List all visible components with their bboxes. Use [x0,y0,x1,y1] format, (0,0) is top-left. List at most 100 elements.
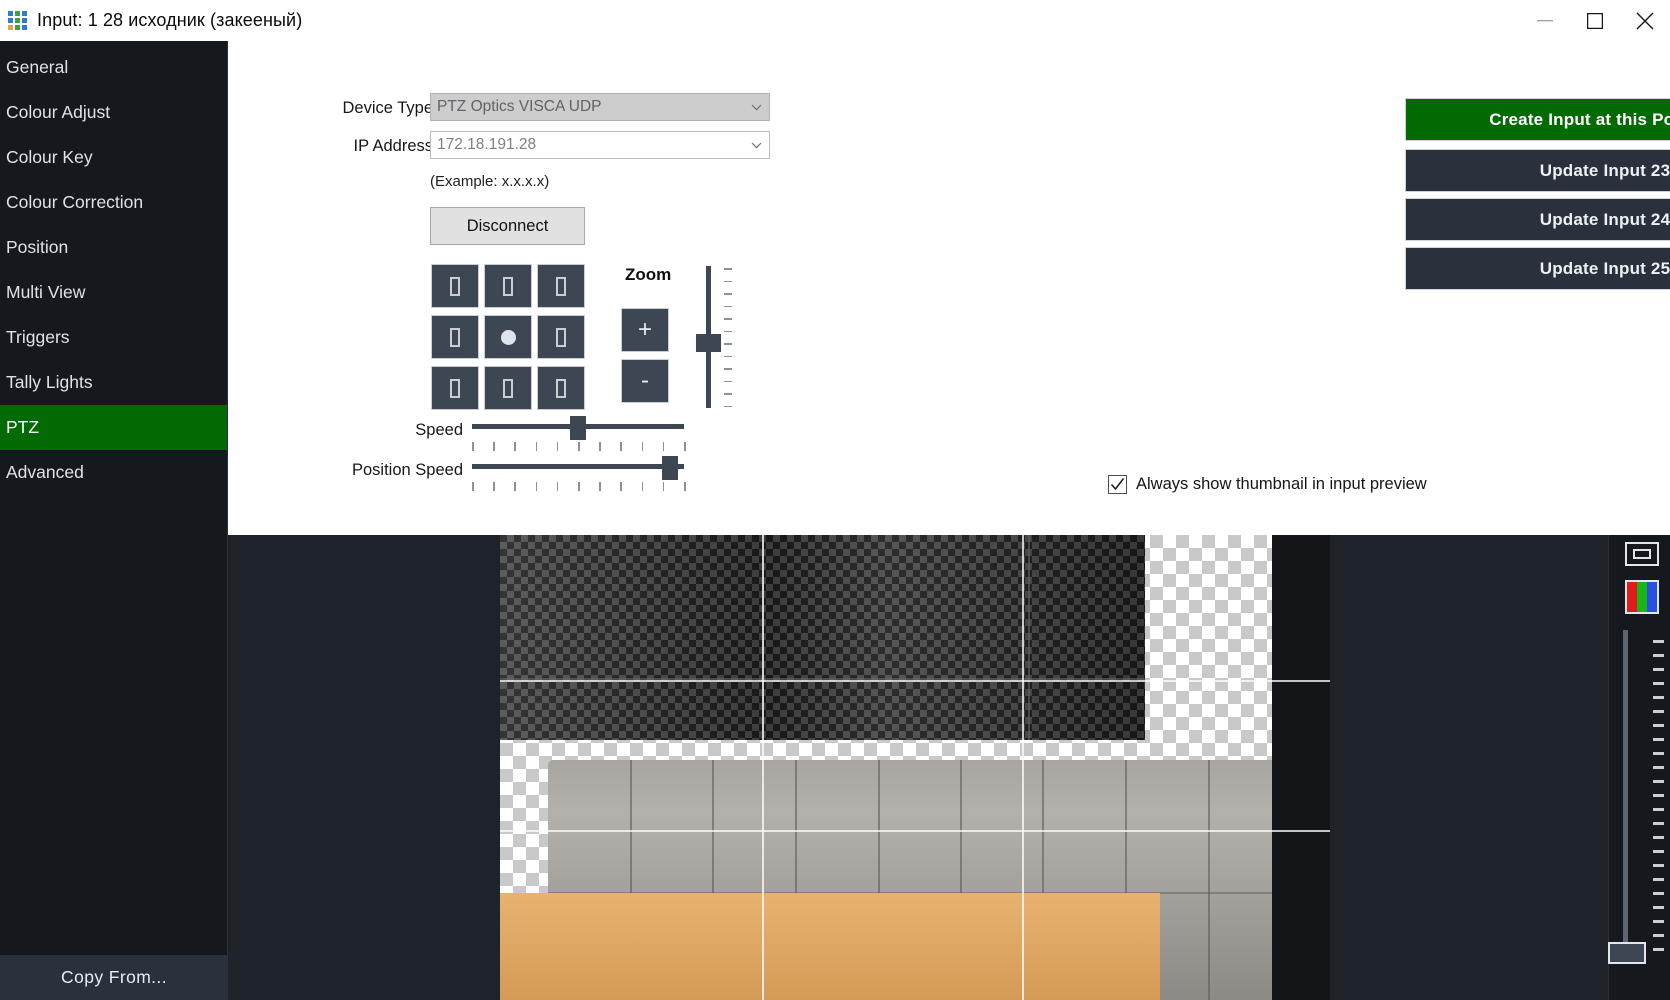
always-show-thumbnail-row[interactable]: Always show thumbnail in input preview [1108,475,1427,494]
speed-slider-ticks [472,442,686,452]
sidebar-item-colour-adjust[interactable]: Colour Adjust [0,90,227,135]
pan-down-left-button[interactable] [431,366,479,410]
sidebar-item-tally-lights[interactable]: Tally Lights [0,360,227,405]
sidebar-list: General Colour Adjust Colour Key Colour … [0,41,227,495]
pan-down-button[interactable] [484,366,532,410]
close-button[interactable] [1620,0,1670,41]
position-speed-slider-ticks [472,482,686,492]
disconnect-button[interactable]: Disconnect [430,207,585,245]
safe-area-guide-horizontal-2 [500,830,1330,832]
pan-up-right-button[interactable] [537,264,585,308]
sidebar-item-label: Tally Lights [6,372,93,392]
pan-up-button[interactable] [484,264,532,308]
window-title: Input: 1 28 исходник (закееный) [37,10,303,30]
arrow-down-right-icon [556,378,566,398]
audio-fader[interactable] [1608,630,1667,970]
title-bar: Input: 1 28 исходник (закееный) [0,0,1670,41]
video-preview[interactable] [500,535,1330,1000]
sidebar-item-ptz[interactable]: PTZ [0,405,227,450]
ip-address-label: IP Address [353,137,434,155]
home-dot-icon [500,329,516,345]
close-icon [1636,12,1654,29]
pan-home-button[interactable] [484,315,532,359]
position-speed-slider-thumb[interactable] [662,456,679,480]
position-speed-label: Position Speed [352,461,463,479]
speed-slider[interactable] [472,416,686,454]
sidebar-item-label: Colour Adjust [6,102,111,122]
pan-right-button[interactable] [537,315,585,359]
update-input-25-button[interactable]: Update Input 25 [1405,247,1670,290]
update-input-24-button[interactable]: Update Input 24 [1405,198,1670,241]
zoom-slider-thumb[interactable] [696,334,721,353]
preview-tools-rail [1608,535,1670,1000]
colour-bars-icon[interactable] [1625,580,1659,614]
ptz-settings-window: Input: 1 28 исходник (закееный) General … [0,0,1670,1000]
arrow-down-left-icon [450,378,460,398]
sidebar-item-multi-view[interactable]: Multi View [0,270,227,315]
sidebar-item-label: PTZ [6,417,40,437]
chevron-down-icon [743,94,769,120]
sidebar-item-label: Advanced [6,462,84,482]
pan-down-right-button[interactable] [537,366,585,410]
arrow-left-icon [450,327,460,347]
sidebar-item-colour-correction[interactable]: Colour Correction [0,180,227,225]
arrow-up-left-icon [450,276,460,296]
safe-area-guide-horizontal-1 [500,680,1330,682]
ip-address-value: 172.18.191.28 [437,136,537,153]
sidebar-item-label: General [6,57,69,77]
maximize-icon [1587,12,1603,29]
sidebar-item-triggers[interactable]: Triggers [0,315,227,360]
sidebar-item-label: Multi View [6,282,86,302]
sidebar-item-label: Colour Correction [6,192,144,212]
ip-address-input[interactable]: 172.18.191.28 [430,131,770,159]
sidebar-item-advanced[interactable]: Advanced [0,450,227,495]
monitor-preview-icon[interactable] [1625,542,1659,566]
input-preview-stage [228,535,1608,1000]
app-grid-logo-icon [8,10,28,31]
position-speed-slider[interactable] [472,456,686,494]
audio-fader-ticks [1653,630,1664,960]
couch-seam-8 [1208,760,1210,1000]
sidebar-item-label: Colour Key [6,147,93,167]
create-input-at-position-button[interactable]: Create Input at this Position [1405,98,1670,141]
sidebar-item-label: Triggers [6,327,70,347]
zoom-in-button[interactable]: + [621,308,669,352]
maximize-button[interactable] [1570,0,1620,41]
always-show-thumbnail-label: Always show thumbnail in input preview [1136,475,1427,493]
pan-left-button[interactable] [431,315,479,359]
arrow-up-right-icon [556,276,566,296]
ptz-settings-panel: Device Type PTZ Optics VISCA UDP IP Addr… [228,41,1670,535]
chevron-down-icon[interactable] [743,132,769,158]
window-controls [1520,0,1670,41]
audio-fader-thumb[interactable] [1608,942,1646,964]
dark-edge-right [1272,535,1330,1000]
update-input-23-button[interactable]: Update Input 23 [1405,149,1670,192]
minimize-button[interactable] [1520,0,1570,41]
ip-example-hint: (Example: x.x.x.x) [430,173,550,190]
audio-fader-track [1623,630,1628,960]
sidebar-item-colour-key[interactable]: Colour Key [0,135,227,180]
always-show-thumbnail-checkbox[interactable] [1108,475,1127,494]
device-type-value: PTZ Optics VISCA UDP [437,98,602,115]
device-type-label: Device Type [342,99,434,117]
copy-from-button[interactable]: Copy From... [0,955,228,1000]
zoom-out-button[interactable]: - [621,359,669,403]
arrow-up-icon [503,276,513,296]
arrow-down-icon [503,378,513,398]
foam-seam-vertical-2 [1028,535,1030,740]
sidebar-item-label: Position [6,237,69,257]
pan-up-left-button[interactable] [431,264,479,308]
zoom-slider[interactable] [696,266,736,416]
speed-label: Speed [415,421,463,439]
arrow-right-icon [556,327,566,347]
zoom-label: Zoom [625,265,672,284]
checkmark-icon [1110,478,1125,491]
sidebar-item-general[interactable]: General [0,45,227,90]
sidebar-item-position[interactable]: Position [0,225,227,270]
zoom-slider-ticks [724,268,732,408]
device-type-select[interactable]: PTZ Optics VISCA UDP [430,93,770,121]
minimize-icon [1537,19,1553,21]
speed-slider-thumb[interactable] [570,416,586,440]
settings-sidebar: General Colour Adjust Colour Key Colour … [0,41,228,1000]
position-speed-slider-track [472,464,684,469]
